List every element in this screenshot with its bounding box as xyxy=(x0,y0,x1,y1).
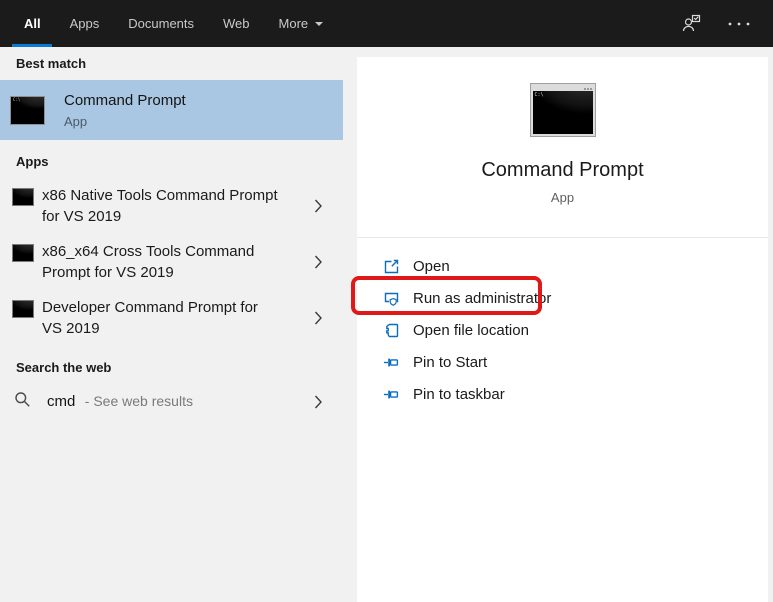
results-panel: Best match Command Prompt App Apps x86 N… xyxy=(0,47,343,419)
preview-panel: C:\ Command Prompt App Open Run as admin… xyxy=(357,57,768,602)
apps-header: Apps xyxy=(16,154,49,169)
command-prompt-icon xyxy=(12,188,34,206)
page-title: Command Prompt xyxy=(481,159,644,181)
best-match-subtitle: App xyxy=(64,113,88,129)
admin-shield-icon xyxy=(383,290,400,307)
action-label: Open file location xyxy=(413,321,529,339)
app-item-title: Developer Command Prompt for VS 2019 xyxy=(42,299,258,337)
command-prompt-icon xyxy=(12,244,34,262)
best-match-title: Command Prompt xyxy=(64,91,186,109)
open-in-new-icon xyxy=(383,258,400,275)
web-search-item[interactable]: cmd - See web results xyxy=(0,385,343,419)
open-file-location-button[interactable]: Open file location xyxy=(357,314,768,346)
list-item-app-3[interactable]: Developer Command Prompt for VS 2019 xyxy=(0,290,343,346)
app-item-title: x86 Native Tools Command Prompt for VS 2… xyxy=(42,187,278,225)
best-match-item[interactable]: Command Prompt App xyxy=(0,80,343,140)
cmd-prompt-glyph: C:\ xyxy=(534,92,544,98)
pin-icon xyxy=(383,354,400,371)
windows-search-flyout: All Apps Documents Web More Best match C… xyxy=(0,0,773,602)
tab-apps[interactable]: Apps xyxy=(70,0,100,47)
tab-web-label: Web xyxy=(223,16,250,31)
search-icon xyxy=(14,391,31,413)
tab-documents[interactable]: Documents xyxy=(128,0,194,47)
web-query-text: cmd xyxy=(47,393,76,410)
best-match-header: Best match xyxy=(16,56,87,71)
chevron-down-icon xyxy=(315,21,324,30)
action-label: Pin to Start xyxy=(413,353,488,371)
action-label: Open xyxy=(413,257,450,275)
context-actions: Open Run as administrator Open file loca… xyxy=(357,238,768,410)
folder-location-icon xyxy=(383,322,400,339)
app-item-title: x86_x64 Cross Tools Command Prompt for V… xyxy=(42,243,255,281)
list-item-app-2[interactable]: x86_x64 Cross Tools Command Prompt for V… xyxy=(0,234,343,290)
chevron-right-icon xyxy=(314,199,323,214)
pin-to-taskbar-button[interactable]: Pin to taskbar xyxy=(357,378,768,410)
tab-all[interactable]: All xyxy=(24,0,41,47)
search-web-header: Search the web xyxy=(16,360,112,375)
command-prompt-icon xyxy=(12,300,34,318)
open-button[interactable]: Open xyxy=(357,250,768,282)
chevron-right-icon xyxy=(314,311,323,326)
tab-apps-label: Apps xyxy=(69,16,100,31)
search-tabs: All Apps Documents Web More xyxy=(24,0,324,47)
search-filter-bar: All Apps Documents Web More xyxy=(0,0,773,47)
action-label: Run as administrator xyxy=(413,289,552,307)
tab-documents-label: Documents xyxy=(128,16,195,31)
chevron-right-icon xyxy=(314,255,323,270)
command-prompt-icon xyxy=(10,95,45,125)
tab-web[interactable]: Web xyxy=(223,0,250,47)
chevron-right-icon xyxy=(314,395,323,410)
command-prompt-icon-large: C:\ xyxy=(529,83,596,137)
list-item-app-1[interactable]: x86 Native Tools Command Prompt for VS 2… xyxy=(0,178,343,234)
tab-more[interactable]: More xyxy=(279,0,324,47)
tab-more-label: More xyxy=(278,16,309,31)
tab-all-label: All xyxy=(24,16,41,31)
more-options-icon[interactable] xyxy=(727,21,751,27)
search-results-area: Best match Command Prompt App Apps x86 N… xyxy=(0,47,773,602)
action-label: Pin to taskbar xyxy=(413,385,505,403)
pin-icon xyxy=(383,386,400,403)
web-results-hint: - See web results xyxy=(84,393,193,409)
app-type-label: App xyxy=(550,190,575,205)
pin-to-start-button[interactable]: Pin to Start xyxy=(357,346,768,378)
feedback-account-icon[interactable] xyxy=(681,13,703,34)
run-as-administrator-button[interactable]: Run as administrator xyxy=(357,282,768,314)
